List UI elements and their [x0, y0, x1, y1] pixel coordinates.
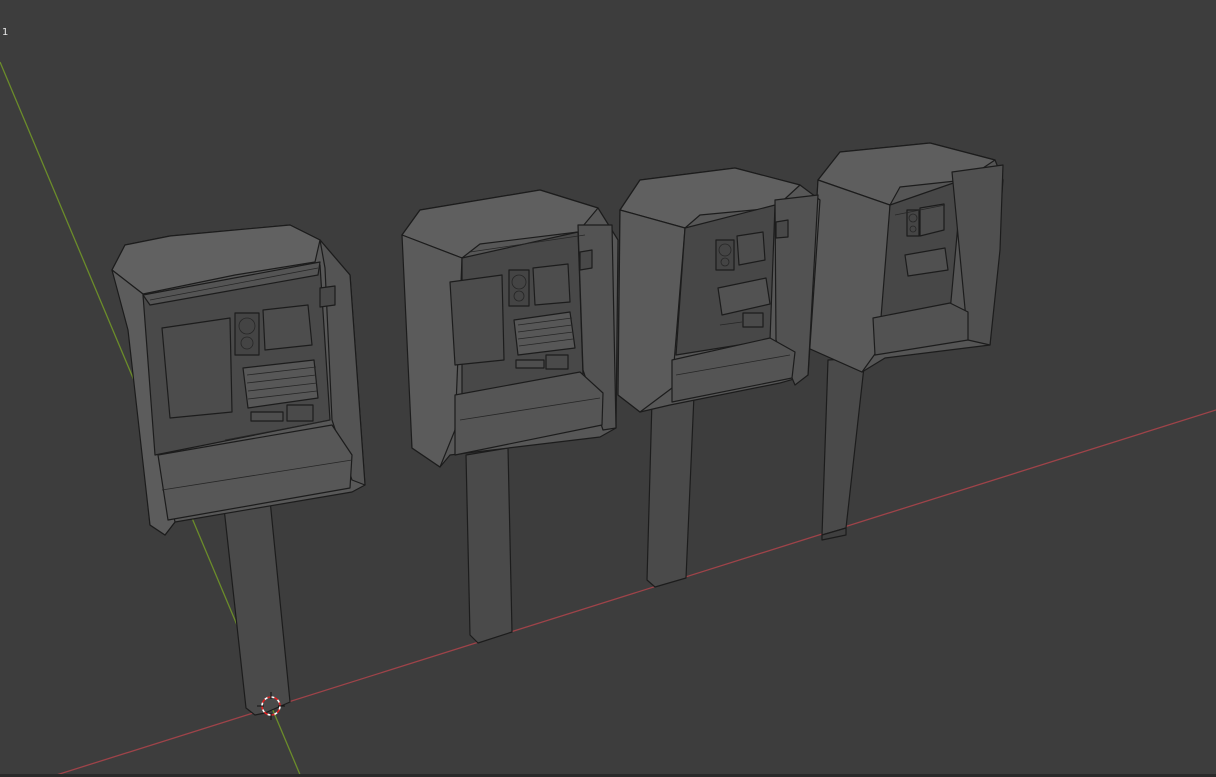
- payphone-kiosk-4[interactable]: [807, 142, 1004, 541]
- 3d-viewport[interactable]: 1: [0, 0, 1216, 777]
- payphone-kiosk-2[interactable]: [401, 189, 619, 644]
- frame-number-label: 1: [2, 27, 9, 38]
- payphone-kiosk-1[interactable]: [111, 224, 366, 716]
- viewport-canvas[interactable]: [0, 0, 1216, 777]
- payphone-kiosk-3[interactable]: [617, 167, 821, 588]
